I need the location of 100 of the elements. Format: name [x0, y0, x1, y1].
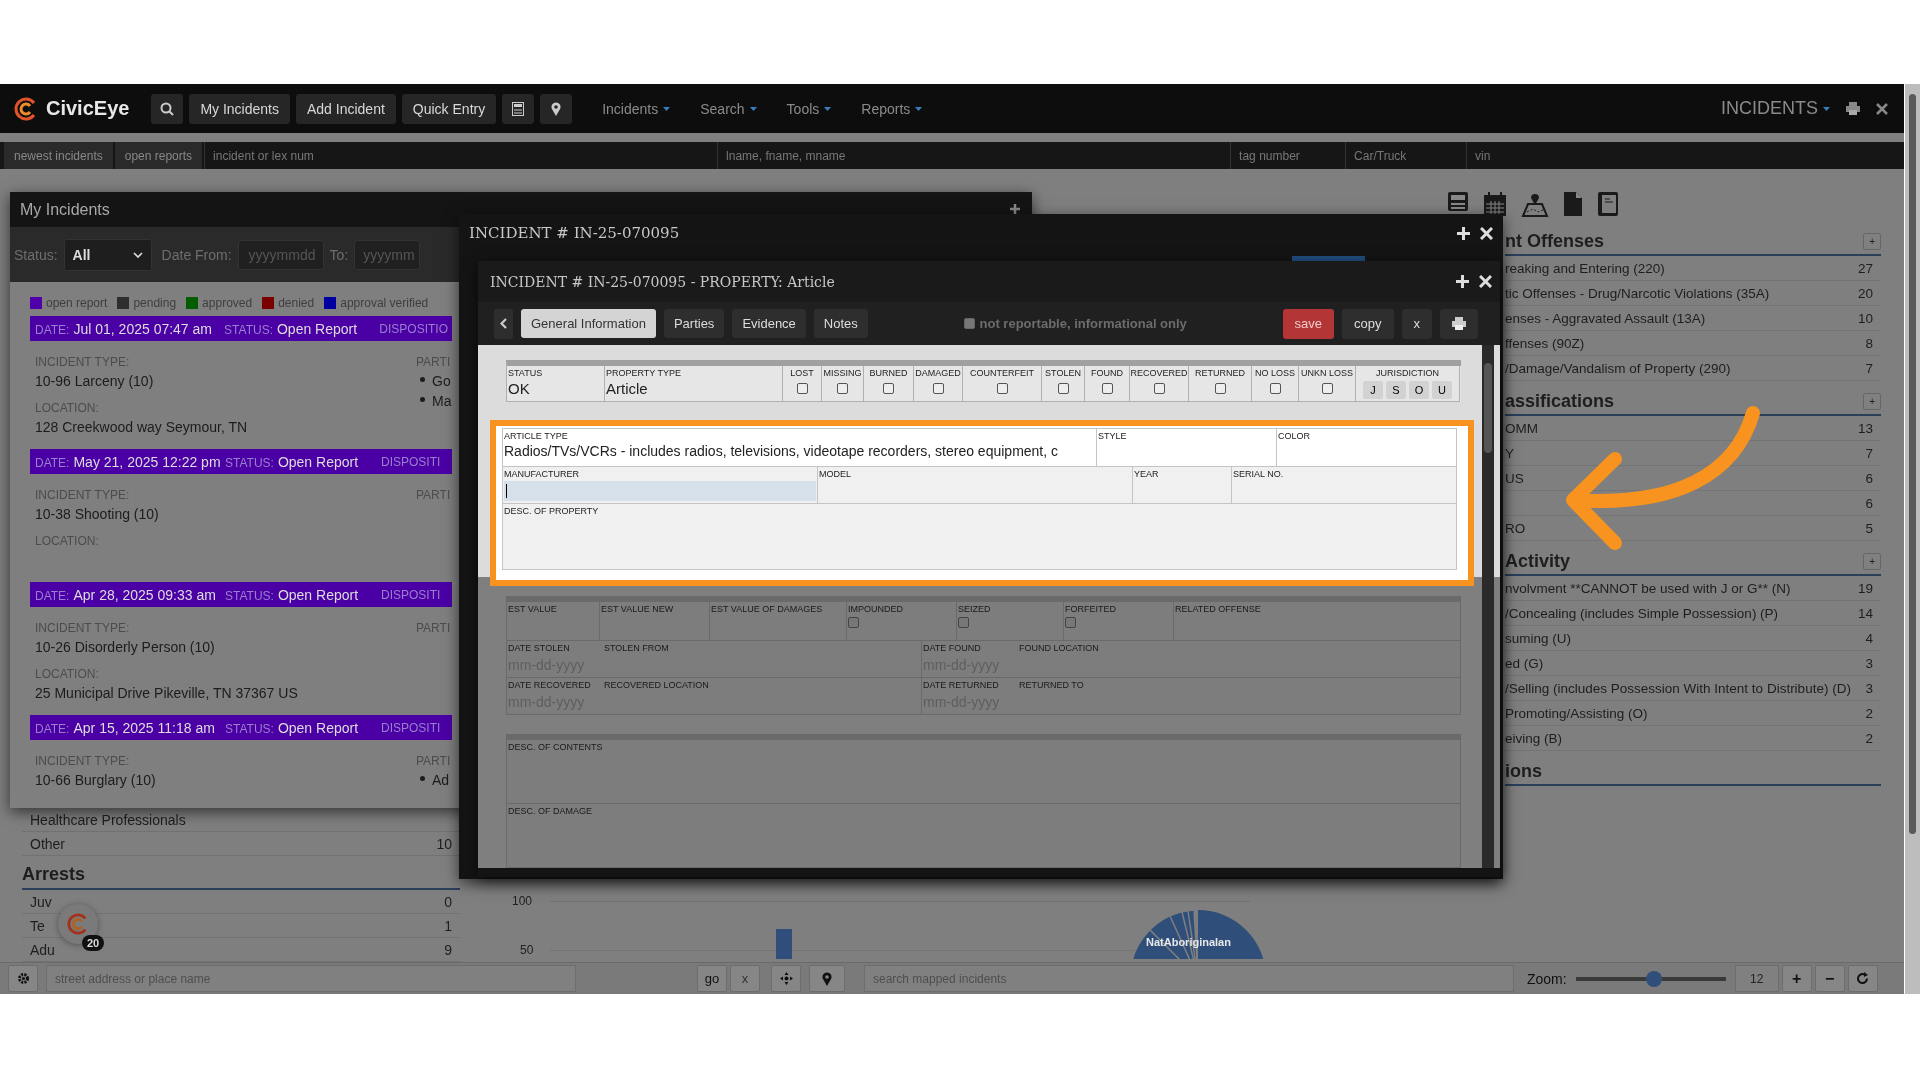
incident-header[interactable]: DATE: Apr 28, 2025 09:33 am STATUS: Open Report DISPOSITI — [30, 582, 452, 607]
checkbox-field[interactable]: FORFEITED — [1064, 602, 1174, 641]
row-label: US — [1505, 470, 1524, 486]
description-field[interactable]: DESC. OF PROPERTY — [503, 504, 1457, 570]
checkbox[interactable] — [848, 617, 859, 628]
checkbox[interactable] — [1269, 383, 1281, 394]
contents-field[interactable]: DESC. OF CONTENTS — [507, 740, 1461, 804]
app-logo[interactable]: CivicEye — [46, 97, 130, 120]
status-select[interactable]: All — [63, 238, 152, 271]
incident-header[interactable]: DATE: Apr 15, 2025 11:18 am STATUS: Open Report DISPOSITI — [30, 715, 452, 740]
jurisdiction-button[interactable]: U — [1432, 381, 1452, 399]
calendar-icon[interactable] — [1483, 191, 1507, 217]
jurisdiction-button[interactable]: O — [1409, 381, 1429, 399]
row-count: 3 — [1865, 680, 1873, 696]
checkbox[interactable] — [958, 617, 969, 628]
article-type-field[interactable]: ARTICLE TYPE Radios/TVs/VCRs - includes radios, televisions, videotape recorders, stereo equipment, c — [503, 429, 1097, 467]
save-button[interactable]: save — [1282, 308, 1335, 339]
scrollbar[interactable] — [1905, 84, 1920, 994]
zoom-field[interactable]: 12 — [1734, 965, 1779, 992]
map-pin-button[interactable] — [809, 965, 845, 992]
nav-button[interactable]: My Incidents — [189, 93, 290, 124]
model-field[interactable]: MODEL — [818, 467, 1133, 504]
scrollbar[interactable] — [1482, 345, 1494, 868]
expand-button[interactable]: + — [1863, 233, 1881, 250]
row-count: 20 — [1857, 285, 1873, 301]
checkbox[interactable] — [1057, 383, 1069, 394]
map-icon[interactable] — [1521, 191, 1549, 217]
zoom-in-button[interactable]: + — [1781, 965, 1812, 992]
nav-menu[interactable]: Incidents — [602, 100, 671, 117]
tab[interactable]: General Information — [521, 309, 656, 338]
checkbox[interactable] — [1065, 617, 1076, 628]
row-label: nvolvment **CANNOT be used with J or G** (N) — [1505, 580, 1791, 596]
calculator-button[interactable] — [502, 93, 535, 124]
incident-header[interactable]: DATE: Jul 01, 2025 07:47 am STATUS: Open Report DISPOSITIO — [30, 316, 452, 341]
checkbox[interactable] — [1101, 383, 1113, 394]
checkbox[interactable] — [1321, 383, 1333, 394]
nav-menu[interactable]: Search — [700, 100, 757, 117]
module-menu[interactable]: INCIDENTS — [1721, 98, 1830, 119]
print-button[interactable] — [1440, 308, 1478, 339]
style-field[interactable]: STYLE — [1097, 429, 1277, 467]
checkbox[interactable] — [932, 383, 944, 394]
value-field[interactable]: EST VALUE OF DAMAGES — [710, 602, 847, 641]
go-button[interactable]: go — [697, 965, 727, 992]
copy-button[interactable]: copy — [1342, 308, 1394, 339]
tab[interactable]: Notes — [813, 309, 868, 338]
status-field[interactable]: STATUS OK — [507, 366, 605, 402]
clear-button[interactable]: x — [730, 965, 760, 992]
checkbox[interactable] — [996, 383, 1008, 394]
document-icon[interactable] — [1563, 191, 1583, 217]
tab[interactable]: Evidence — [732, 309, 806, 338]
serial-number-field[interactable]: SERIAL NO. — [1232, 467, 1457, 504]
checkbox[interactable] — [883, 383, 894, 394]
calculator-icon[interactable] — [1447, 191, 1469, 211]
row-label: /Damage/Vandalism of Property (290) — [1505, 360, 1731, 376]
checkbox[interactable] — [1153, 383, 1165, 394]
nav-button[interactable]: Add Incident — [296, 93, 396, 124]
incident-header[interactable]: DATE: May 21, 2025 12:22 pm STATUS: Open Report DISPOSITI — [30, 449, 452, 474]
jurisdiction-button[interactable]: S — [1386, 381, 1406, 399]
checkbox[interactable] — [1214, 383, 1226, 394]
zoom-out-button[interactable]: − — [1814, 965, 1845, 992]
jurisdiction-button[interactable]: J — [1363, 381, 1383, 399]
slider-thumb[interactable] — [1645, 970, 1662, 987]
expand-button[interactable]: + — [1863, 393, 1881, 410]
value-field[interactable]: EST VALUE NEW — [600, 602, 710, 641]
row-count: 6 — [1865, 470, 1873, 486]
zoom-slider[interactable] — [1575, 970, 1726, 987]
color-field[interactable]: COLOR — [1277, 429, 1457, 467]
checkbox-field[interactable]: IMPOUNDED — [847, 602, 957, 641]
refresh-button[interactable] — [1847, 965, 1878, 992]
checkbox-field[interactable]: SEIZED — [957, 602, 1064, 641]
damage-field[interactable]: DESC. OF DAMAGE — [507, 804, 1461, 868]
print-icon[interactable] — [1846, 102, 1860, 115]
focused-input[interactable] — [504, 481, 816, 501]
settings-button[interactable] — [8, 965, 38, 992]
value-field[interactable]: EST VALUE — [507, 602, 600, 641]
map-pin-button[interactable] — [540, 93, 573, 124]
search-button[interactable] — [151, 93, 184, 124]
manufacturer-field[interactable]: MANUFACTURER — [503, 467, 818, 504]
nav-button[interactable]: Quick Entry — [401, 93, 497, 124]
quick-button[interactable]: open reports — [114, 142, 203, 169]
checkbox[interactable] — [837, 383, 848, 394]
quick-button[interactable]: newest incidents — [4, 142, 113, 169]
checkbox[interactable] — [963, 318, 975, 329]
nav-menu[interactable]: Reports — [861, 100, 923, 117]
close-button[interactable]: x — [1401, 308, 1432, 339]
field-value: 10-26 Disorderly Person (10) — [35, 639, 216, 655]
nav-menu[interactable]: Tools — [786, 100, 832, 117]
property-type-field[interactable]: PROPERTY TYPE Article — [605, 366, 783, 402]
row-label: suming (U) — [1505, 630, 1571, 646]
close-icon[interactable] — [1876, 102, 1888, 115]
checkbox-label: RECOVERED — [1130, 368, 1188, 378]
year-field[interactable]: YEAR — [1133, 467, 1232, 504]
back-button[interactable] — [494, 308, 513, 339]
tab[interactable]: Parties — [663, 309, 725, 338]
value-field[interactable]: RELATED OFFENSE — [1174, 602, 1461, 641]
locate-button[interactable] — [771, 965, 801, 992]
book-icon[interactable] — [1597, 191, 1619, 217]
checkbox[interactable] — [796, 383, 808, 394]
filter-label: Status: — [14, 246, 58, 263]
expand-button[interactable]: + — [1863, 553, 1881, 570]
